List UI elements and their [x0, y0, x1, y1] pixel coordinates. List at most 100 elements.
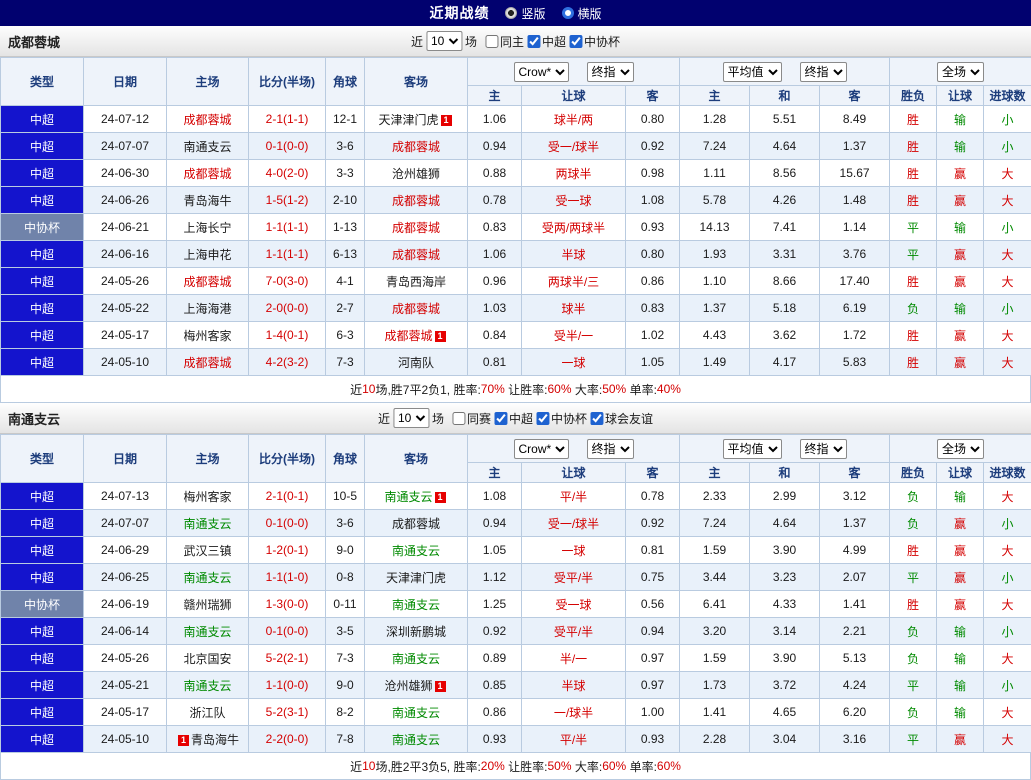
corner-count: 3-3: [326, 160, 365, 187]
asian-stage-select[interactable]: 终指: [587, 439, 634, 459]
summary-segment: 60%: [657, 759, 681, 773]
horizontal-radio-icon[interactable]: [562, 7, 574, 19]
col-result-goals: 进球数: [984, 463, 1031, 483]
filter-checkbox[interactable]: [494, 412, 507, 425]
filter-checkbox[interactable]: [569, 35, 582, 48]
home-team: 上海长宁: [167, 214, 249, 241]
filter-checkbox-group: 同主中超 中协杯: [484, 33, 620, 50]
match-filters: 近 10 场 同主中超 中协杯: [411, 31, 620, 51]
team-name-text: 成都蓉城: [392, 248, 440, 262]
asian-away-odds: 0.86: [626, 268, 680, 295]
layout-option-horizontal[interactable]: 横版: [562, 5, 602, 22]
team-name-text: 南通支云: [392, 544, 440, 558]
filter-option[interactable]: 同赛: [451, 410, 491, 427]
filter-option[interactable]: 中超: [526, 33, 566, 50]
result-goals: 大: [984, 537, 1031, 564]
corner-count: 7-8: [326, 726, 365, 753]
result-winlose: 胜: [890, 349, 937, 376]
corner-count: 6-13: [326, 241, 365, 268]
euro-home-odds: 3.44: [680, 564, 750, 591]
col-result-goals: 进球数: [984, 86, 1031, 106]
filter-checkbox[interactable]: [590, 412, 603, 425]
result-handicap: 输: [937, 295, 984, 322]
result-scope-controls: 全场: [890, 58, 1031, 86]
match-date: 24-06-14: [84, 618, 167, 645]
euro-avg-select[interactable]: 平均值: [723, 62, 782, 82]
euro-home-odds: 2.33: [680, 483, 750, 510]
match-row: 中超24-07-07南通支云0-1(0-0)3-6成都蓉城0.94受一/球半0.…: [1, 510, 1031, 537]
away-team: 南通支云: [365, 591, 468, 618]
asian-handicap-line: 一球: [522, 349, 626, 376]
filter-option[interactable]: 球会友谊: [589, 410, 653, 427]
asian-away-odds: 0.92: [626, 133, 680, 160]
asian-handicap-line: 平/半: [522, 483, 626, 510]
match-row: 中超24-07-13梅州客家2-1(0-1)10-5南通支云11.08平/半0.…: [1, 483, 1031, 510]
asian-stage-select[interactable]: 终指: [587, 62, 634, 82]
asian-home-odds: 0.94: [468, 510, 522, 537]
asian-odds-controls: Crow* 终指: [468, 435, 680, 463]
col-header-away: 客场: [365, 58, 468, 106]
red-card-badge: 1: [435, 681, 446, 692]
asian-home-odds: 0.85: [468, 672, 522, 699]
filter-option[interactable]: 中超: [493, 410, 533, 427]
recent-count-select[interactable]: 10: [426, 31, 462, 51]
asian-home-odds: 1.12: [468, 564, 522, 591]
match-score: 2-0(0-0): [249, 295, 326, 322]
match-score: 1-1(1-0): [249, 564, 326, 591]
asian-home-odds: 0.96: [468, 268, 522, 295]
result-winlose: 胜: [890, 187, 937, 214]
bookmaker-select[interactable]: Crow*: [514, 439, 569, 459]
competition-type: 中协杯: [1, 591, 84, 618]
summary-segment: 近: [350, 381, 362, 398]
team-name-text: 南通支云: [384, 490, 432, 504]
bookmaker-select[interactable]: Crow*: [514, 62, 569, 82]
euro-home-odds: 1.49: [680, 349, 750, 376]
euro-stage-select[interactable]: 终指: [800, 62, 847, 82]
away-team: 南通支云1: [365, 483, 468, 510]
result-scope-controls: 全场: [890, 435, 1031, 463]
euro-draw-odds: 4.33: [750, 591, 820, 618]
filter-checkbox[interactable]: [452, 412, 465, 425]
filter-option-label: 中协杯: [584, 33, 620, 50]
result-goals: 大: [984, 187, 1031, 214]
summary-segment: 60%: [548, 382, 572, 396]
match-date: 24-06-19: [84, 591, 167, 618]
competition-type: 中超: [1, 564, 84, 591]
asian-away-odds: 0.93: [626, 726, 680, 753]
filter-checkbox[interactable]: [485, 35, 498, 48]
recent-count-select[interactable]: 10: [393, 408, 429, 428]
result-winlose: 胜: [890, 106, 937, 133]
euro-away-odds: 4.24: [820, 672, 890, 699]
euro-home-odds: 14.13: [680, 214, 750, 241]
away-team: 成都蓉城: [365, 133, 468, 160]
summary-segment: 40%: [657, 382, 681, 396]
scope-select[interactable]: 全场: [937, 62, 984, 82]
away-team: 成都蓉城: [365, 510, 468, 537]
result-goals: 大: [984, 483, 1031, 510]
home-team: 浙江队: [167, 699, 249, 726]
col-header-corner: 角球: [326, 58, 365, 106]
scope-select[interactable]: 全场: [937, 439, 984, 459]
filter-option[interactable]: 中协杯: [535, 410, 587, 427]
euro-home-odds: 1.37: [680, 295, 750, 322]
layout-option-vertical[interactable]: 竖版: [505, 5, 545, 22]
col-euro-away: 客: [820, 86, 890, 106]
recent-prefix-label: 近: [411, 33, 423, 50]
filter-option[interactable]: 中协杯: [568, 33, 620, 50]
match-row: 中超24-06-30成都蓉城4-0(2-0)3-3沧州雄狮0.88两球半0.98…: [1, 160, 1031, 187]
match-date: 24-05-10: [84, 726, 167, 753]
match-date: 24-05-22: [84, 295, 167, 322]
team-name-text: 成都蓉城: [183, 113, 231, 127]
vertical-radio-icon[interactable]: [505, 7, 517, 19]
team-name-text: 浙江队: [189, 706, 225, 720]
euro-avg-select[interactable]: 平均值: [723, 439, 782, 459]
away-team: 南通支云: [365, 699, 468, 726]
euro-stage-select[interactable]: 终指: [800, 439, 847, 459]
team-name-text: 成都蓉城: [183, 275, 231, 289]
summary-segment: 让胜率:: [505, 758, 548, 775]
recent-suffix-label: 场: [465, 33, 477, 50]
filter-option[interactable]: 同主: [484, 33, 524, 50]
home-team: 1青岛海牛: [167, 726, 249, 753]
filter-checkbox[interactable]: [536, 412, 549, 425]
filter-checkbox[interactable]: [527, 35, 540, 48]
